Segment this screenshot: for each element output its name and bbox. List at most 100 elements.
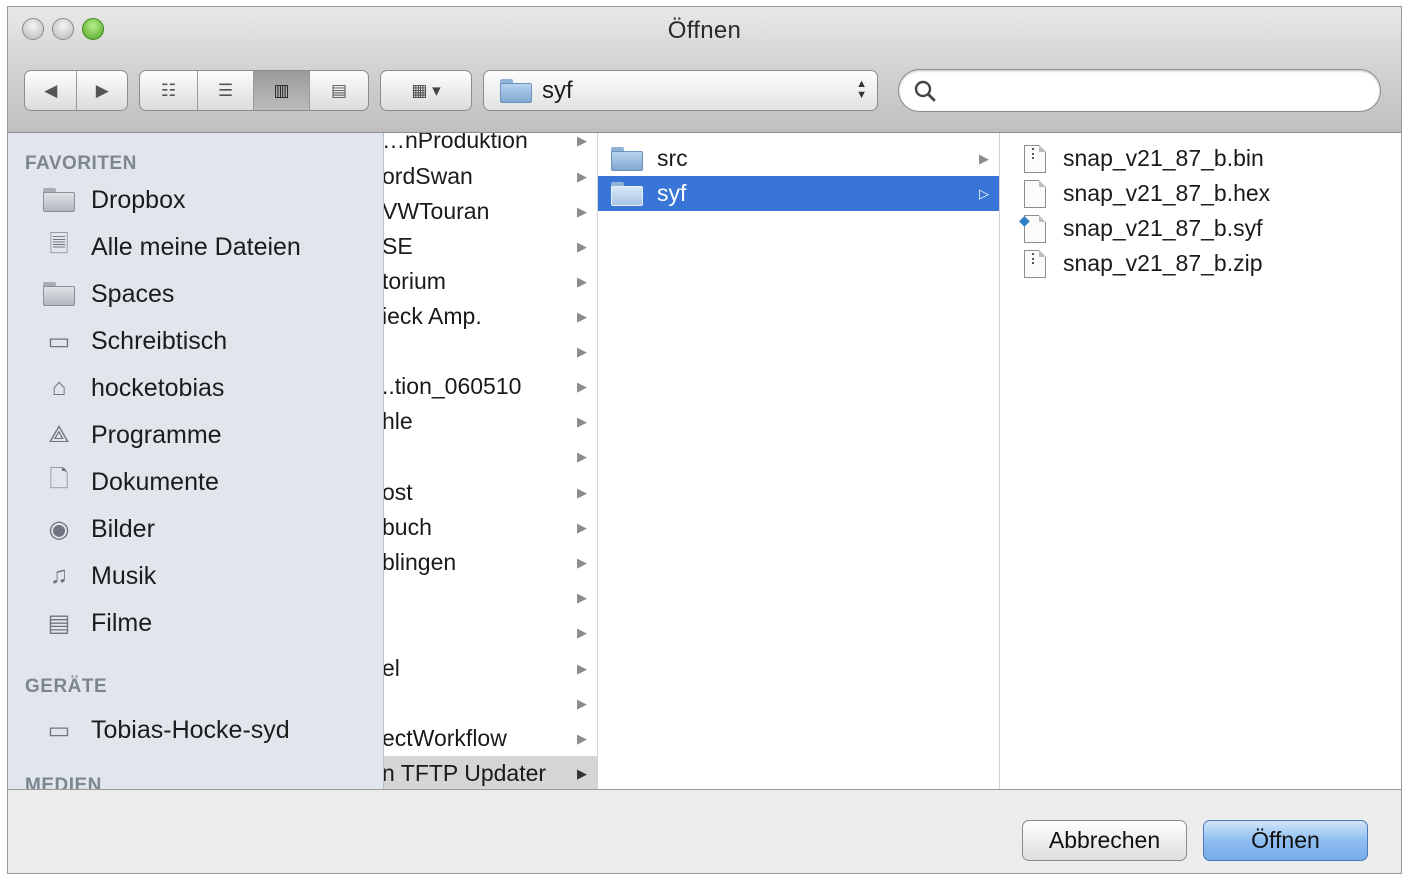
disclosure-arrow-icon: ▶ [577,133,587,148]
disclosure-arrow-icon: ▶ [577,273,587,289]
home-icon: ⌂ [51,374,67,401]
sidebar: FAVORITEN Dropbox 🗏 Alle meine Dateien S… [8,133,384,789]
sidebar-item-label: Schreibtisch [91,326,228,355]
sidebar-item-label: Dokumente [91,467,219,496]
list-item[interactable]: SE ▶ [384,229,597,264]
sidebar-item-label: Bilder [91,514,155,543]
sidebar-item-pictures[interactable]: ◉ Bilder [41,509,155,549]
laptop-icon: ▭ [47,716,71,744]
sidebar-item-documents[interactable]: 🗋 Dokumente [41,462,219,502]
music-icon: ♫ [50,562,68,589]
disclosure-arrow-icon: ▶ [577,695,587,711]
media-header: MEDIEN [25,775,102,789]
disclosure-arrow-icon: ▶ [577,765,587,781]
list-item[interactable]: el▶ [384,651,597,686]
title-toolbar: Öffnen ◀ ▶ ☷ ☰ ▥ ▤ ▦ ▾ syf ▲ ▼ [8,7,1401,133]
list-item[interactable]: buch ▶ [384,510,597,545]
sidebar-item-music[interactable]: ♫ Musik [41,556,156,596]
disclosure-arrow-icon: ▶ [577,554,587,570]
sidebar-item-applications[interactable]: ⟁ Programme [41,415,222,455]
search-icon [914,80,936,102]
sidebar-item-label: Dropbox [91,185,186,214]
dialog-button-bar: Abbrechen Öffnen [8,789,1401,873]
favorites-header: FAVORITEN [25,153,137,174]
disclosure-arrow-icon: ▶ [577,308,587,324]
disclosure-arrow-icon: ▶ [577,660,587,676]
disclosure-arrow-icon: ▶ [577,589,587,605]
search-field[interactable] [898,69,1381,112]
list-item[interactable]: ▶ [384,686,597,721]
sidebar-item-label: Spaces [91,279,175,308]
browser-column-1: …nProduktion ▶ ordSwan ▶ VWTouran ▶ SE ▶ tor… [384,133,598,789]
desktop-icon: ▭ [47,327,71,355]
list-item[interactable]: ectWorkflow ▶ [384,721,597,756]
list-item[interactable]: ost ▶ [384,475,597,510]
list-item[interactable]: ..tion_060510 ▶ [384,369,597,404]
folder-icon [41,278,77,310]
open-dialog: Öffnen ◀ ▶ ☷ ☰ ▥ ▤ ▦ ▾ syf ▲▼ FAVORITEN [7,6,1402,874]
icon-view-icon[interactable]: ☷ [140,71,197,110]
file-item[interactable]: snap_v21_87_b.zip [1000,246,1401,281]
sidebar-item-dropbox[interactable]: Dropbox [41,180,186,220]
sidebar-item-label: Musik [91,561,157,590]
file-item[interactable]: snap_v21_87_b.hex [1000,176,1401,211]
list-item[interactable]: …nProduktion ▶ [384,133,597,158]
folder-icon [500,78,532,103]
disclosure-arrow-icon: ▶ [577,730,587,746]
sidebar-item-spaces[interactable]: Spaces [41,274,174,314]
list-item[interactable]: hle ▶ [384,404,597,439]
list-item[interactable]: ▶ [384,580,597,615]
file-item[interactable]: snap_v21_87_b.bin [1000,141,1401,176]
sidebar-item-label: Filme [91,608,153,637]
list-item[interactable]: torium ▶ [384,264,597,299]
search-input[interactable] [943,76,1367,106]
column-view-icon[interactable]: ▥ [253,71,309,110]
list-item[interactable]: ▶ [384,439,597,474]
camera-icon: ◉ [48,515,70,543]
coverflow-view-icon[interactable]: ▤ [309,71,368,110]
disclosure-arrow-icon: ▶ [577,448,587,464]
disclosure-arrow-icon: ▶ [577,343,587,359]
list-item[interactable]: blingen ▶ [384,545,597,580]
list-item[interactable]: ieck Amp. ▶ [384,299,597,334]
sidebar-item-label: Programme [91,420,222,449]
sidebar-item-movies[interactable]: ▤ Filme [41,603,152,643]
list-item[interactable]: ▶ [384,615,597,650]
folder-icon [41,184,77,216]
disclosure-arrow-icon: ▶ [577,484,587,500]
list-item[interactable]: ordSwan ▶ [384,159,597,194]
sidebar-item-device[interactable]: ▭ Tobias-Hocke-syd [41,710,290,750]
document-file-icon [1024,179,1046,208]
devices-header: GERÄTE [25,676,108,697]
film-icon: ▤ [47,609,71,637]
back-forward-control: ◀ ▶ [24,70,128,111]
forward-icon[interactable]: ▶ [76,71,127,110]
sidebar-item-all-files[interactable]: 🗏 Alle meine Dateien [41,227,301,267]
path-popup-label: syf [542,76,573,104]
open-button[interactable]: Öffnen [1203,820,1368,861]
window-title: Öffnen [667,17,742,44]
disclosure-arrow-icon: ▶ [577,203,587,219]
list-item[interactable]: ▶ [384,334,597,369]
list-item[interactable]: VWTouran ▶ [384,194,597,229]
special-file-icon: ◆ [1019,212,1046,243]
list-item-selected[interactable]: n TFTP Updater ▶ [384,756,597,789]
list-item-syf[interactable]: syf ▷ [598,176,999,211]
file-item[interactable]: ◆ snap_v21_87_b.syf [1000,211,1401,246]
path-popup[interactable]: syf ▲ ▼ [483,70,878,111]
cancel-button[interactable]: Abbrechen [1022,820,1187,861]
browser-column-2: src ▶ syf ▷ [598,133,1000,789]
disclosure-arrow-icon: ▶ [577,519,587,535]
updown-arrows-icon: ▲ ▼ [856,78,867,101]
sidebar-item-label: Tobias-Hocke-syd [91,715,290,744]
list-view-icon[interactable]: ☰ [197,71,253,110]
disclosure-arrow-icon: ▷ [979,185,989,201]
arrange-menu-button[interactable]: ▦ ▾ [380,70,472,111]
sidebar-item-desktop[interactable]: ▭ Schreibtisch [41,321,228,361]
browser-column-3: snap_v21_87_b.bin snap_v21_87_b.hex ◆ sn… [1000,133,1401,789]
list-item-src[interactable]: src ▶ [598,141,999,176]
back-icon[interactable]: ◀ [25,71,76,110]
applications-icon: ⟁ [48,421,70,448]
archive-file-icon [1024,249,1046,278]
sidebar-item-home[interactable]: ⌂ hocketobias [41,368,225,408]
